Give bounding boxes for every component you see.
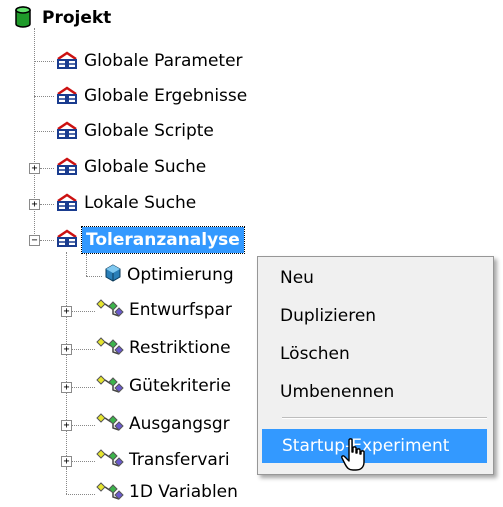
folder-group-icon xyxy=(57,157,77,175)
variables-icon xyxy=(96,299,124,317)
tree-connector xyxy=(71,461,95,462)
tree-item-label: Optimierung xyxy=(127,265,234,285)
variables-icon xyxy=(96,375,124,393)
tree-connector xyxy=(40,204,54,205)
tree-item-label: Globale Scripte xyxy=(84,121,214,141)
tree-item-label: Transfervari xyxy=(129,450,230,470)
tree-root-projekt[interactable]: Projekt xyxy=(42,3,111,33)
tree-item-globale-scripte[interactable]: Globale Scripte xyxy=(84,116,214,146)
tree-connector xyxy=(34,96,54,97)
tree-connector xyxy=(34,61,54,62)
folder-group-icon xyxy=(57,193,77,211)
menu-item-umbenennen[interactable]: Umbenennen xyxy=(262,375,487,409)
tree-item-label: Gütekriterie xyxy=(129,376,231,396)
tree-item-globale-suche[interactable]: Globale Suche xyxy=(84,152,206,182)
tree-item-guetekriterien[interactable]: Gütekriterie xyxy=(129,371,231,401)
tree-item-entwurfsparameter[interactable]: Entwurfspar xyxy=(129,295,232,325)
folder-group-icon xyxy=(57,51,77,69)
tree-connector xyxy=(86,254,87,276)
variables-icon xyxy=(96,337,124,355)
folder-group-icon xyxy=(57,121,77,139)
tree-item-ausgangsgroessen[interactable]: Ausgangsgr xyxy=(129,409,230,439)
tree-root-label: Projekt xyxy=(42,8,112,28)
cube-icon xyxy=(105,264,121,282)
tree-item-label: 1D Variablen xyxy=(129,482,238,502)
tree-item-restriktionen[interactable]: Restriktione xyxy=(129,333,231,363)
variables-icon xyxy=(96,449,124,467)
menu-separator xyxy=(282,417,487,419)
context-menu: Neu Duplizieren Löschen Umbenennen Start… xyxy=(257,256,494,475)
tree-connector xyxy=(40,168,54,169)
tree-connector xyxy=(66,468,67,494)
tree-item-lokale-suche[interactable]: Lokale Suche xyxy=(84,188,196,218)
tree-connector xyxy=(34,131,54,132)
tree-connector-line xyxy=(66,252,67,468)
tree-connector xyxy=(86,276,102,277)
tree-item-optimierung[interactable]: Optimierung xyxy=(127,260,234,290)
tree-item-transfervariablen[interactable]: Transfervari xyxy=(129,445,230,475)
tree-connector xyxy=(40,240,54,241)
expand-icon[interactable]: + xyxy=(29,163,40,174)
tree-item-label-selected: Toleranzanalyse xyxy=(81,226,245,254)
tree-item-label: Lokale Suche xyxy=(84,193,197,213)
tree-connector xyxy=(66,494,95,495)
tree-connector xyxy=(71,425,95,426)
expand-icon[interactable]: + xyxy=(61,456,72,467)
menu-item-startup-experiment[interactable]: Startup-Experiment xyxy=(262,429,487,463)
variables-icon xyxy=(96,413,124,431)
expand-icon[interactable]: + xyxy=(61,420,72,431)
hand-cursor-icon xyxy=(341,438,365,471)
expand-icon[interactable]: + xyxy=(29,199,40,210)
tree-item-label: Entwurfspar xyxy=(129,300,232,320)
menu-item-duplizieren[interactable]: Duplizieren xyxy=(262,299,487,333)
tree-item-label: Ausgangsgr xyxy=(129,414,230,434)
expand-icon[interactable]: + xyxy=(61,382,72,393)
menu-item-neu[interactable]: Neu xyxy=(262,261,487,295)
database-icon xyxy=(15,6,31,28)
expand-icon[interactable]: + xyxy=(61,344,72,355)
tree-item-globale-parameter[interactable]: Globale Parameter xyxy=(84,46,243,76)
tree-item-1d-variablen[interactable]: 1D Variablen xyxy=(129,477,238,507)
tree-connector xyxy=(71,311,95,312)
expand-icon[interactable]: + xyxy=(61,306,72,317)
tree-item-label: Globale Ergebnisse xyxy=(84,86,248,106)
folder-group-icon xyxy=(57,229,77,247)
menu-item-loeschen[interactable]: Löschen xyxy=(262,337,487,371)
tree-item-label: Restriktione xyxy=(129,338,231,358)
tree-item-label: Globale Parameter xyxy=(84,51,243,71)
variables-icon xyxy=(96,482,124,500)
tree-item-toleranzanalyse[interactable]: Toleranzanalyse xyxy=(81,225,245,255)
tree-connector xyxy=(71,387,95,388)
tree-item-globale-ergebnisse[interactable]: Globale Ergebnisse xyxy=(84,81,247,111)
tree-item-label: Globale Suche xyxy=(84,157,207,177)
tree-connector xyxy=(71,349,95,350)
collapse-icon[interactable]: − xyxy=(29,235,40,246)
folder-group-icon xyxy=(57,86,77,104)
